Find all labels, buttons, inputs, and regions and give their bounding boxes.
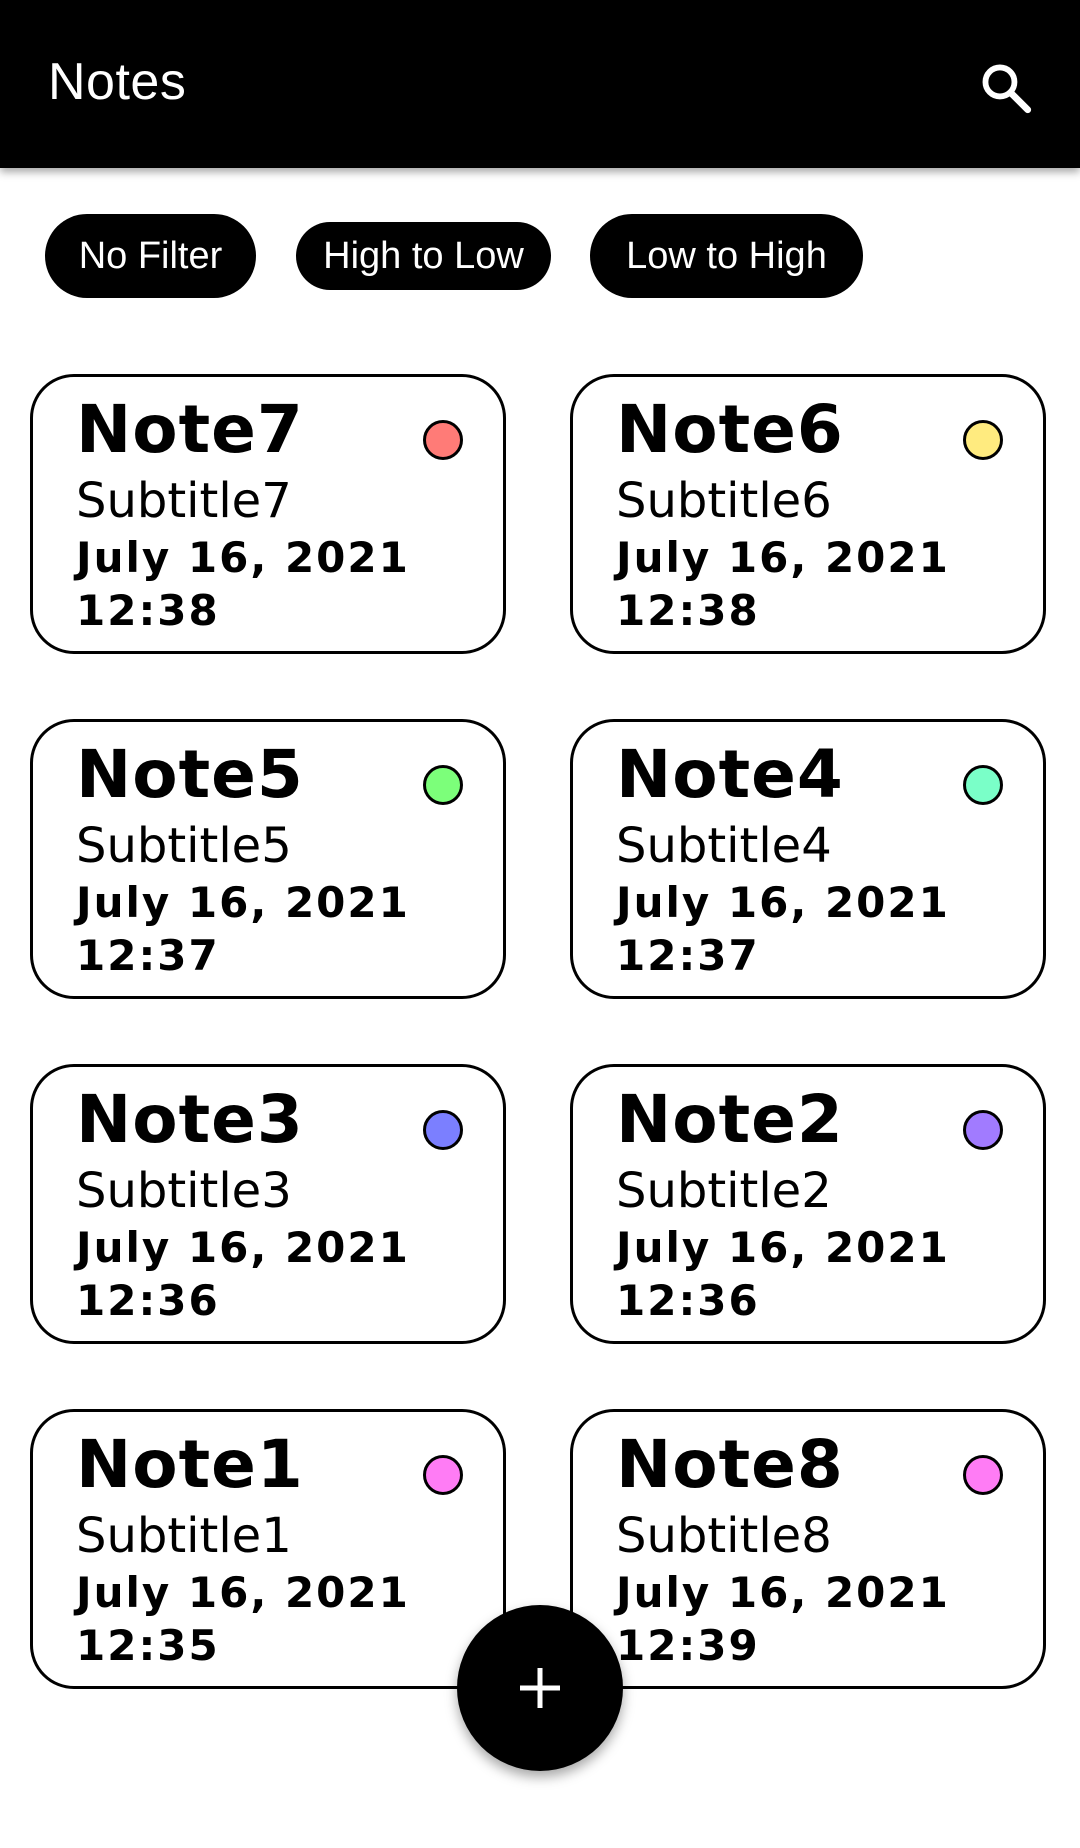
note-title: Note3	[76, 1081, 304, 1158]
note-time: 12:36	[76, 1276, 220, 1325]
note-card[interactable]: Note1 Subtitle1 July 16, 2021 12:35	[30, 1409, 506, 1689]
note-date: July 16, 2021	[616, 533, 950, 582]
filter-chip-no-filter[interactable]: No Filter	[45, 214, 256, 298]
note-title: Note7	[76, 391, 304, 468]
note-color-dot	[963, 420, 1003, 460]
note-time: 12:39	[616, 1621, 760, 1670]
note-date: July 16, 2021	[616, 1568, 950, 1617]
note-color-dot	[963, 765, 1003, 805]
note-title: Note1	[76, 1426, 304, 1503]
filter-chips: No Filter High to Low Low to High	[0, 214, 1080, 298]
note-card[interactable]: Note3 Subtitle3 July 16, 2021 12:36	[30, 1064, 506, 1344]
app-bar: Notes	[0, 0, 1080, 168]
filter-chip-low-to-high[interactable]: Low to High	[590, 214, 863, 298]
note-date: July 16, 2021	[616, 878, 950, 927]
note-subtitle: Subtitle7	[76, 473, 292, 529]
note-color-dot	[963, 1455, 1003, 1495]
page-title: Notes	[48, 53, 187, 111]
note-time: 12:37	[616, 931, 760, 980]
note-color-dot	[423, 1110, 463, 1150]
note-card[interactable]: Note2 Subtitle2 July 16, 2021 12:36	[570, 1064, 1046, 1344]
note-title: Note8	[616, 1426, 844, 1503]
search-icon	[982, 64, 1032, 114]
note-subtitle: Subtitle2	[616, 1163, 832, 1219]
note-time: 12:37	[76, 931, 220, 980]
note-title: Note4	[616, 736, 844, 813]
note-color-dot	[423, 765, 463, 805]
note-date: July 16, 2021	[76, 878, 410, 927]
note-time: 12:38	[76, 586, 220, 635]
note-date: July 16, 2021	[76, 1568, 410, 1617]
search-button[interactable]	[970, 52, 1042, 124]
filter-chip-high-to-low[interactable]: High to Low	[296, 222, 551, 290]
note-time: 12:38	[616, 586, 760, 635]
note-color-dot	[423, 1455, 463, 1495]
note-card[interactable]: Note7 Subtitle7 July 16, 2021 12:38	[30, 374, 506, 654]
note-time: 12:36	[616, 1276, 760, 1325]
note-subtitle: Subtitle3	[76, 1163, 292, 1219]
plus-icon	[520, 1668, 560, 1708]
note-subtitle: Subtitle4	[616, 818, 832, 874]
note-time: 12:35	[76, 1621, 220, 1670]
note-card[interactable]: Note5 Subtitle5 July 16, 2021 12:37	[30, 719, 506, 999]
note-subtitle: Subtitle1	[76, 1508, 292, 1564]
note-card[interactable]: Note8 Subtitle8 July 16, 2021 12:39	[570, 1409, 1046, 1689]
note-date: July 16, 2021	[76, 533, 410, 582]
note-date: July 16, 2021	[616, 1223, 950, 1272]
note-date: July 16, 2021	[76, 1223, 410, 1272]
note-title: Note5	[76, 736, 304, 813]
note-card[interactable]: Note6 Subtitle6 July 16, 2021 12:38	[570, 374, 1046, 654]
note-subtitle: Subtitle8	[616, 1508, 832, 1564]
note-subtitle: Subtitle5	[76, 818, 292, 874]
note-title: Note6	[616, 391, 844, 468]
note-subtitle: Subtitle6	[616, 473, 832, 529]
note-color-dot	[963, 1110, 1003, 1150]
note-card[interactable]: Note4 Subtitle4 July 16, 2021 12:37	[570, 719, 1046, 999]
note-color-dot	[423, 420, 463, 460]
note-title: Note2	[616, 1081, 844, 1158]
add-note-button[interactable]	[457, 1605, 623, 1771]
